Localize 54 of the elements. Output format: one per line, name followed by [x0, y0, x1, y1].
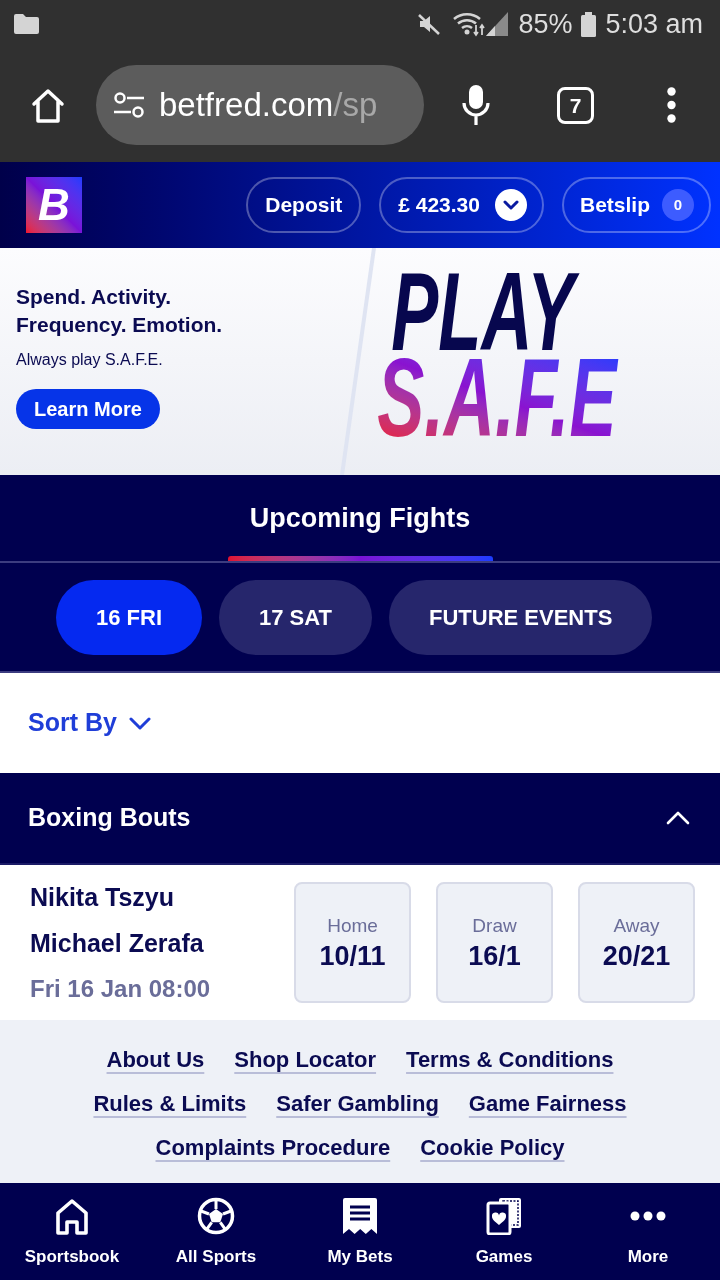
signal-icon	[486, 12, 509, 36]
receipt-icon	[342, 1197, 378, 1235]
banner-subtext: Always play S.A.F.E.	[16, 350, 164, 370]
date-tab[interactable]: 16 FRI	[56, 579, 203, 655]
fighter-name: Nikita Tszyu	[30, 881, 175, 913]
betslip-button[interactable]: Betslip 0	[562, 177, 711, 233]
footer-link[interactable]: Rules & Limits	[93, 1082, 247, 1126]
clock-time: 5:03 am	[605, 8, 703, 40]
event-start-time: Fri 16 Jan 08:00	[30, 973, 211, 1004]
sort-by-button[interactable]: Sort By	[28, 704, 151, 742]
banner-headline: Spend. Activity. Frequency. Emotion.	[16, 284, 224, 338]
tab-switcher-button[interactable]: 7	[557, 86, 594, 124]
nav-item[interactable]: Games	[432, 1183, 576, 1280]
home-icon[interactable]	[29, 86, 67, 124]
playing-cards-icon	[486, 1197, 522, 1235]
more-dots-icon	[630, 1211, 666, 1221]
house-icon	[54, 1197, 90, 1235]
battery-percent: 85%	[518, 8, 573, 40]
nav-item[interactable]: Sportsbook	[0, 1183, 144, 1280]
learn-more-button[interactable]: Learn More	[16, 389, 160, 429]
date-tab[interactable]: 17 SAT	[219, 579, 372, 655]
soccer-ball-icon	[197, 1197, 235, 1235]
fighter-name: Michael Zerafa	[30, 927, 204, 959]
microphone-icon[interactable]	[462, 84, 490, 126]
footer-link[interactable]: Cookie Policy	[420, 1126, 565, 1170]
footer-link[interactable]: About Us	[106, 1038, 205, 1082]
logo[interactable]: B	[26, 177, 82, 233]
address-bar[interactable]: betfred.com/sp	[96, 65, 424, 145]
mute-icon	[417, 12, 442, 36]
group-title: Boxing Bouts	[28, 802, 191, 834]
footer-link[interactable]: Shop Locator	[234, 1038, 377, 1082]
url-text: betfred.com/sp	[159, 85, 378, 125]
chevron-up-icon[interactable]	[666, 811, 690, 825]
odds-button[interactable]: Home 10/11	[294, 882, 411, 1003]
odds-button[interactable]: Draw 16/1	[436, 882, 553, 1003]
footer-link[interactable]: Terms & Conditions	[406, 1038, 614, 1082]
date-tab[interactable]: FUTURE EVENTS	[389, 579, 653, 655]
chevron-down-icon	[495, 189, 527, 221]
deposit-button[interactable]: Deposit	[246, 177, 362, 233]
footer-link[interactable]: Complaints Procedure	[155, 1126, 391, 1170]
nav-item[interactable]: My Bets	[288, 1183, 432, 1280]
balance-button[interactable]: £ 423.30	[379, 177, 544, 233]
footer-link[interactable]: Safer Gambling	[276, 1082, 439, 1126]
chevron-down-icon	[128, 716, 151, 730]
more-menu-icon[interactable]	[667, 87, 676, 123]
battery-icon	[581, 11, 597, 37]
wifi-icon	[452, 11, 487, 37]
odds-button[interactable]: Away 20/21	[578, 882, 695, 1003]
folder-icon	[14, 14, 39, 34]
nav-item[interactable]: All Sports	[144, 1183, 288, 1280]
count-badge: 0	[662, 189, 694, 221]
footer-link[interactable]: Game Fairness	[468, 1082, 627, 1126]
nav-item[interactable]: More	[576, 1183, 720, 1280]
tune-icon[interactable]	[113, 92, 145, 118]
